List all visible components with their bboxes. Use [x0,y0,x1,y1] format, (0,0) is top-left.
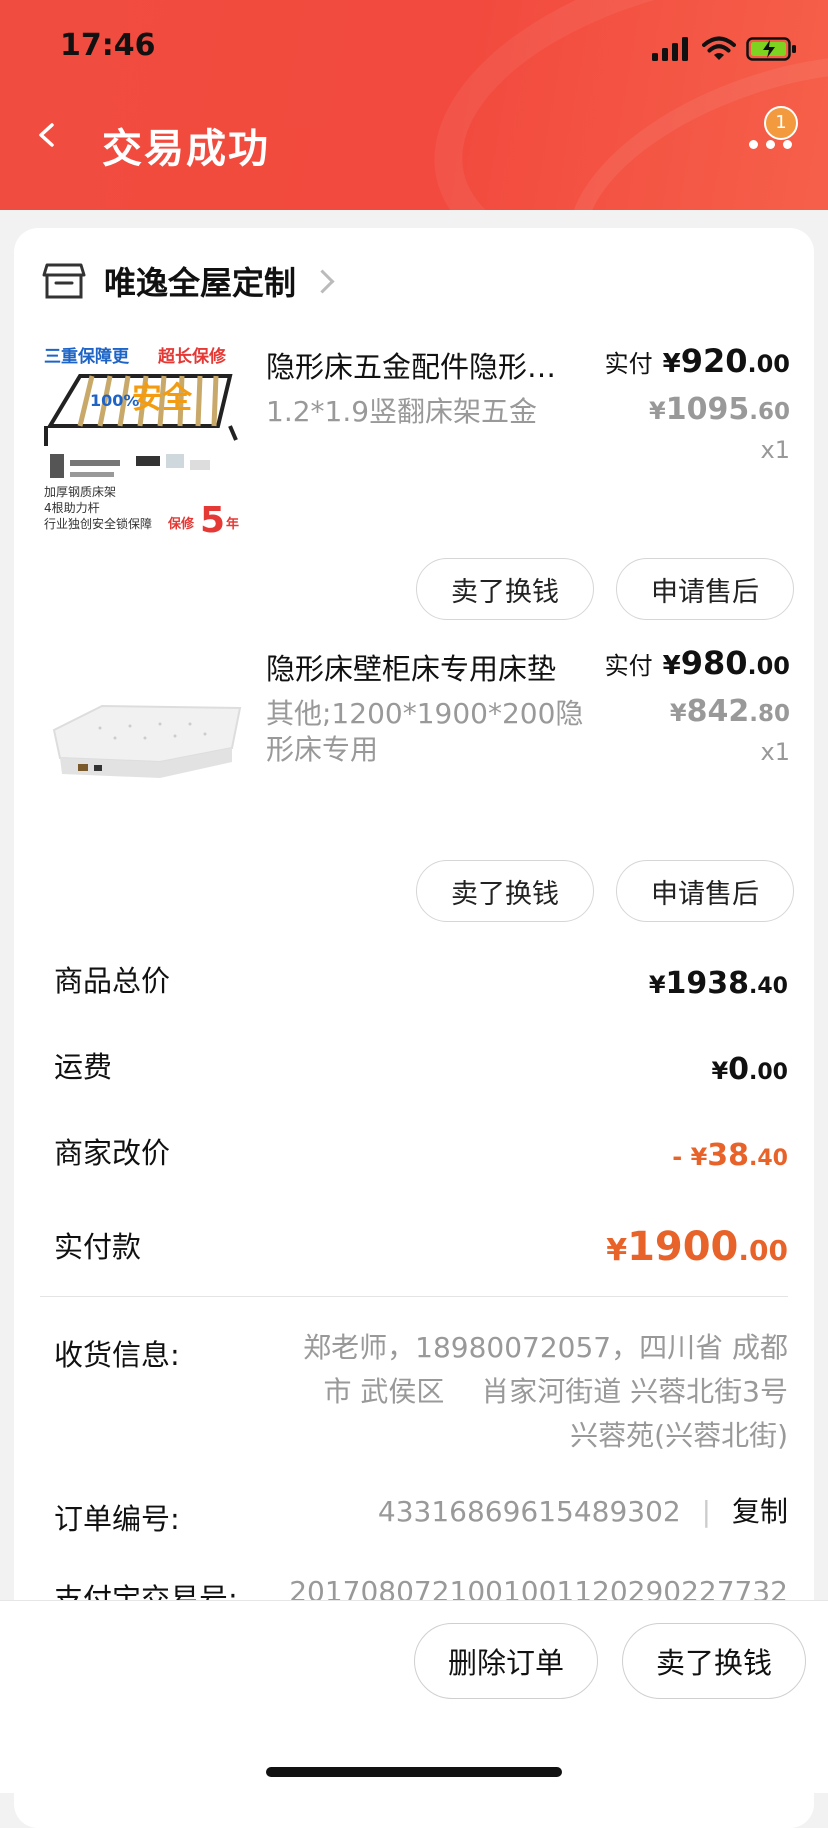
separator: | [701,1495,712,1528]
notification-badge: 1 [764,106,798,140]
address-line: 郑老师，18980072057，四川省 成都 [303,1331,788,1364]
sell-button[interactable]: 卖了换钱 [416,558,594,620]
goods-total-row: 商品总价 ¥1938.40 [40,958,788,1018]
goods-total-value: ¥1938.40 [649,966,788,1001]
shop-icon [42,263,86,299]
back-icon[interactable] [34,122,60,148]
shop-name: 唯逸全屋定制 [104,264,297,302]
after-sale-button[interactable]: 申请售后 [616,558,794,620]
price-int: 1095 [665,392,750,427]
price-dec: .40 [749,974,788,999]
paid-label: 实付 [604,652,653,680]
price-dec: .60 [749,399,790,425]
thumb-text: 年 [226,516,239,532]
currency: - ¥ [672,1143,708,1171]
price-adjust-label: 商家改价 [54,1136,171,1170]
more-icon[interactable] [749,140,792,149]
price-int: 1938 [665,966,750,1001]
product-name[interactable]: 隐形床五金配件隐形床五金 [266,344,576,386]
shipping-fee-label: 运费 [54,1050,113,1084]
quantity: x1 [760,436,790,464]
paid-label: 实付 [604,350,653,378]
currency: ¥ [606,1233,628,1268]
shipping-fee-value: ¥0.00 [711,1052,788,1087]
price-dec: .00 [747,652,790,680]
status-icons [652,36,798,62]
currency: ¥ [662,349,681,379]
thumb-text: 超长保修 [158,346,227,367]
paid-price: 实付 ¥980.00 [605,644,790,682]
price-int: 1900 [627,1224,739,1270]
price-dec: .00 [738,1234,788,1267]
divider [40,1296,788,1297]
page-title: 交易成功 [102,126,270,172]
currency: ¥ [711,1057,729,1085]
sell-button[interactable]: 卖了换钱 [622,1623,806,1699]
price-dec: .40 [749,1146,788,1171]
order-number-label: 订单编号: [54,1502,180,1536]
price-int: 0 [728,1052,750,1087]
price-adjust-row: 商家改价 - ¥38.40 [40,1130,788,1190]
sell-button[interactable]: 卖了换钱 [416,860,594,922]
thumb-text: 4根助力杆 [44,501,100,515]
mattress-image [40,638,250,848]
order-number-row: 43316869615489302 | 复制 [378,1490,788,1534]
battery-charging-icon [746,37,796,61]
quantity: x1 [760,738,790,766]
thumb-text: 加厚钢质床架 [44,485,116,499]
bottom-action-bar: 删除订单 卖了换钱 [0,1600,828,1793]
product-image-bed-frame[interactable]: 三重保障更 超长保修 100% 安全 加厚钢质床架 4根助力杆 行业独创安全锁保… [40,336,250,546]
wifi-icon [702,36,736,60]
copy-button[interactable]: 复制 [732,1495,788,1528]
price-int: 920 [680,342,748,380]
product-spec: 其他;1200*1900*200隐形床专用 [266,697,584,766]
thumb-text: 5 [200,500,225,541]
price-dec: .00 [747,350,790,378]
goods-total-label: 商品总价 [54,964,171,998]
price-dec: .80 [749,701,790,727]
price-int: 842 [686,694,750,729]
order-number: 43316869615489302 [377,1495,681,1528]
price-dec: .00 [749,1060,788,1085]
currency: ¥ [669,699,687,727]
address-line: 市 武侯区 肖家河街道 兴蓉北街3号 [323,1375,788,1408]
paid-total-value: ¥1900.00 [606,1224,788,1270]
currency: ¥ [649,397,666,425]
home-indicator [266,1767,562,1777]
address-line: 兴蓉苑(兴蓉北街) [570,1419,788,1452]
bed-frame-image: 三重保障更 超长保修 100% 安全 加厚钢质床架 4根助力杆 行业独创安全锁保… [40,336,250,546]
original-price: ¥842.80 [670,694,790,729]
order-card: 唯逸全屋定制 三重保障更 超长保修 100% 安全 加厚钢质床架 4根助力杆 行… [14,228,814,1828]
shipping-fee-row: 运费 ¥0.00 [40,1044,788,1104]
paid-price: 实付 ¥920.00 [605,342,790,380]
thumb-text: 行业独创安全锁保障 [44,516,152,531]
product-spec: 1.2*1.9竖翻床架五金 [266,395,538,428]
delete-order-button[interactable]: 删除订单 [414,1623,598,1699]
signal-icon [652,37,688,61]
price-int: 38 [707,1138,750,1173]
header: 17:46 交易成功 1 [0,0,828,210]
paid-total-row: 实付款 ¥1900.00 [40,1224,788,1284]
price-adjust-value: - ¥38.40 [672,1138,788,1173]
thumb-text: 保修 [167,516,195,532]
currency: ¥ [648,971,666,999]
paid-total-label: 实付款 [54,1230,142,1264]
thumb-text: 三重保障更 [44,346,130,367]
chevron-right-icon [310,268,335,294]
shipping-info-value: 郑老师，18980072057，四川省 成都 市 武侯区 肖家河街道 兴蓉北街3… [268,1326,788,1458]
currency: ¥ [662,651,681,681]
shop-row[interactable]: 唯逸全屋定制 [42,258,335,304]
after-sale-button[interactable]: 申请售后 [616,860,794,922]
original-price: ¥1095.60 [649,392,790,427]
price-int: 980 [680,644,748,682]
thumb-text: 安全 [132,381,193,416]
product-name[interactable]: 隐形床壁柜床专用床垫 [266,646,576,688]
shipping-info-label: 收货信息: [54,1338,180,1372]
status-time: 17:46 [60,28,156,63]
product-image-mattress[interactable] [40,638,250,848]
